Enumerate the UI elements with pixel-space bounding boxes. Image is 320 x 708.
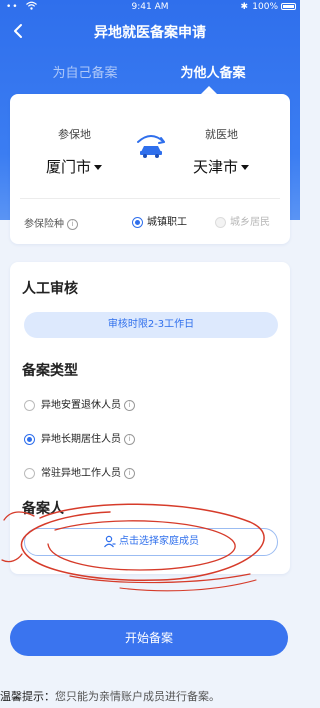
battery-percent: 100% [252, 2, 278, 12]
caret-down-icon [94, 165, 103, 170]
tip-label: 温馨提示： [0, 690, 55, 703]
radio-unchecked-icon [24, 467, 35, 479]
select-family-member-button[interactable]: 点击选择家庭成员 [24, 528, 278, 556]
page-title: 异地就医备案申请 [94, 25, 206, 41]
tab-others[interactable]: 为他人备案 [138, 62, 288, 81]
insured-place-label: 参保地 [58, 128, 91, 141]
medical-place-value: 天津市 [193, 158, 239, 176]
filing-card: 人工审核 审核时限2-3工作日 备案类型 异地安置退休人员 i 异地长期居住人员 i… [10, 262, 290, 574]
insurance-type-label: 参保险种 i [24, 215, 78, 230]
bluetooth-icon: ✱ [240, 2, 248, 12]
tip-message: 您只能为亲情账户成员进行备案。 [55, 690, 220, 703]
filing-option-retired[interactable]: 异地安置退休人员 i [24, 396, 135, 411]
transfer-car-icon [137, 135, 165, 158]
filer-title: 备案人 [22, 501, 64, 517]
filing-option-long-term-resident[interactable]: 异地长期居住人员 i [24, 430, 135, 445]
radio-unchecked-icon [24, 399, 35, 411]
person-icon [104, 535, 116, 547]
active-tab-indicator [201, 86, 217, 94]
insured-place-select[interactable]: 厦门市 [46, 156, 103, 177]
radio-disabled-icon [215, 216, 226, 228]
info-icon[interactable]: i [124, 399, 135, 411]
manual-review-title: 人工审核 [22, 281, 78, 297]
status-bar: •• 9:41 AM ✱ 100% [0, 0, 300, 14]
review-time-pill: 审核时限2-3工作日 [24, 312, 278, 338]
tip-text: 温馨提示：您只能为亲情账户成员进行备案。 [0, 688, 220, 704]
medical-place-label: 就医地 [205, 128, 238, 141]
info-icon[interactable]: i [124, 467, 135, 479]
insurance-option-urban-employee[interactable]: 城镇职工 [132, 213, 187, 228]
info-icon[interactable]: i [67, 218, 78, 230]
start-filing-button[interactable]: 开始备案 [10, 620, 288, 656]
insurance-option-urban-rural-resident: 城乡居民 [215, 213, 270, 228]
location-card: 参保地 就医地 厦门市 天津市 参保险种 i 城镇职工 城乡居民 [10, 94, 290, 244]
filing-type-title: 备案类型 [22, 363, 78, 379]
insured-place-value: 厦门市 [46, 158, 92, 176]
battery-icon [281, 3, 296, 10]
radio-checked-icon [132, 216, 143, 228]
caret-down-icon [241, 165, 250, 170]
info-icon[interactable]: i [124, 433, 135, 445]
tab-bar: 为自己备案 为他人备案 [0, 62, 300, 92]
divider [20, 198, 280, 199]
medical-place-select[interactable]: 天津市 [193, 156, 250, 177]
radio-checked-icon [24, 433, 35, 445]
filing-option-resident-worker[interactable]: 常驻异地工作人员 i [24, 464, 135, 479]
